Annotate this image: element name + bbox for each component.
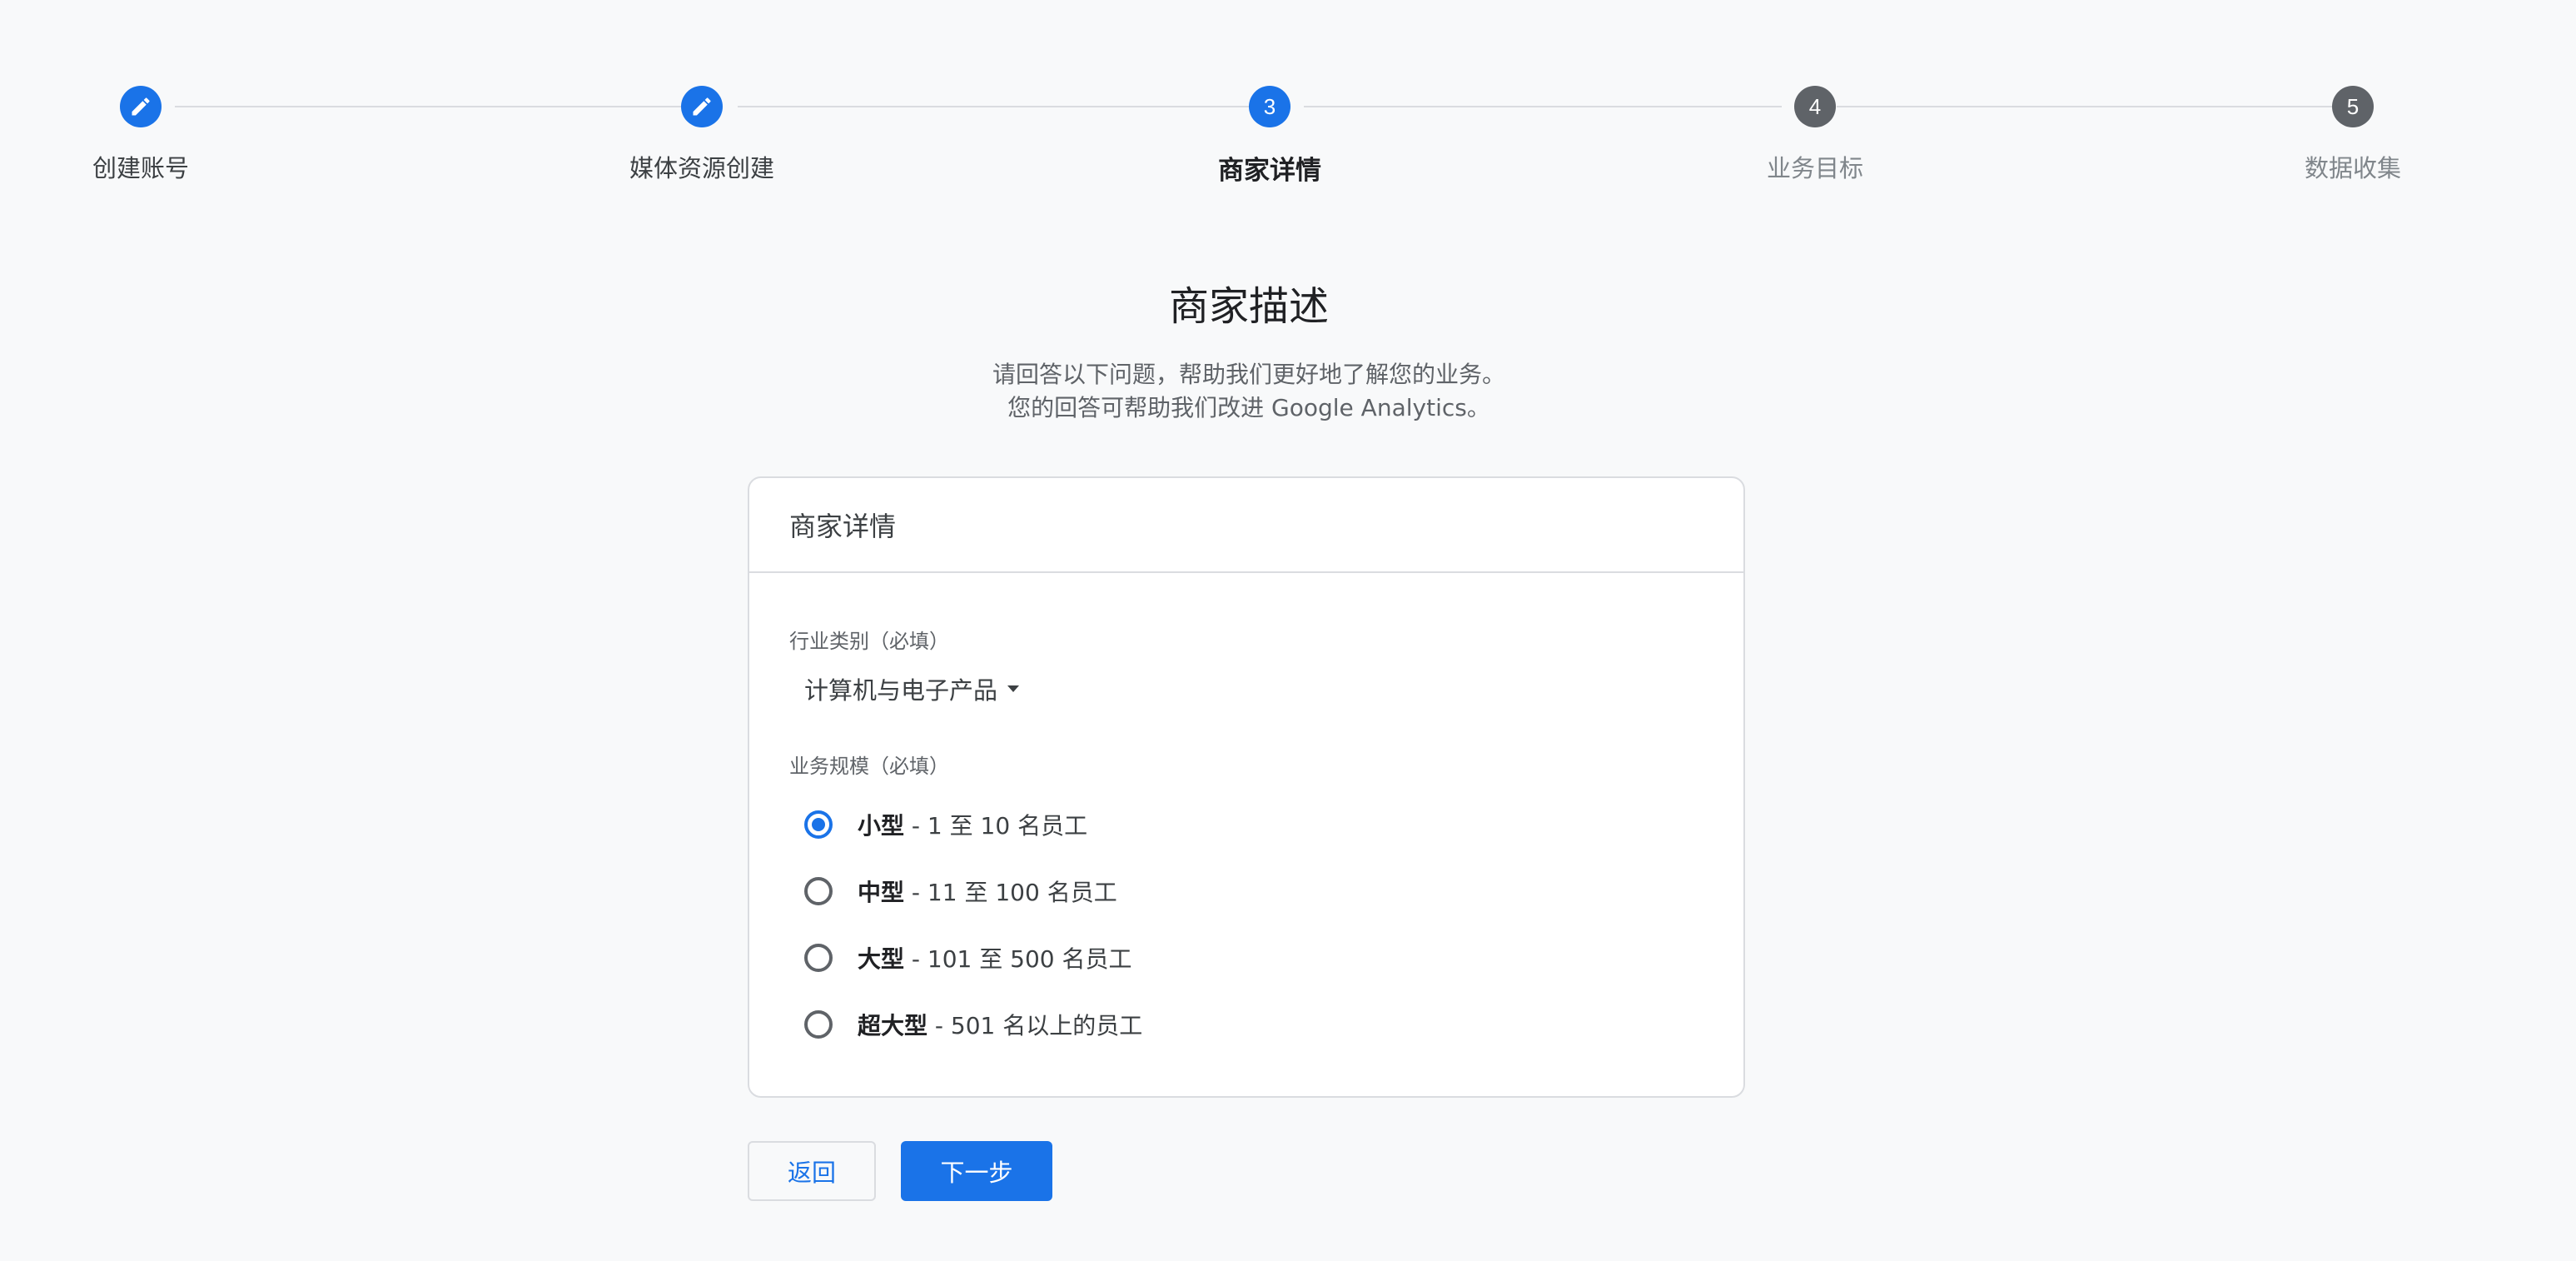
size-option-small[interactable]: 小型 - 1 至 10 名员工 (804, 808, 1087, 841)
size-option-label: 超大型 - 501 名以上的员工 (858, 1012, 1143, 1039)
step-done-marker (120, 86, 162, 127)
step-number: 4 (1794, 86, 1836, 127)
business-details-card: 商家详情 行业类别（必填） 计算机与电子产品 业务规模（必填） 小型 - 1 至… (748, 476, 1745, 1098)
step-done-marker (681, 86, 723, 127)
caret-down-icon (1007, 685, 1020, 692)
size-option-label: 小型 - 1 至 10 名员工 (858, 812, 1088, 840)
radio-button[interactable] (804, 944, 833, 972)
step-label: 商家详情 (1218, 156, 1321, 186)
business-size-label: 业务规模（必填） (789, 755, 949, 778)
page-subtitle-line1: 请回答以下问题，帮助我们更好地了解您的业务。 (992, 361, 1505, 388)
step-label: 业务目标 (1766, 154, 1863, 182)
pencil-icon (693, 97, 711, 116)
pencil-icon (132, 97, 150, 116)
size-option-extra-large[interactable]: 超大型 - 501 名以上的员工 (804, 1008, 1142, 1041)
step-business-details: 3 商家详情 (1103, 86, 1436, 187)
radio-button-checked[interactable] (804, 810, 833, 839)
step-create-account[interactable]: 创建账号 (0, 86, 307, 184)
back-button[interactable]: 返回 (748, 1141, 876, 1201)
step-data-collection: 5 数据收集 (2186, 86, 2519, 184)
next-button[interactable]: 下一步 (901, 1141, 1052, 1201)
card-title: 商家详情 (749, 478, 1743, 573)
step-property-creation[interactable]: 媒体资源创建 (535, 86, 868, 184)
step-label: 创建账号 (92, 154, 189, 182)
radio-button[interactable] (804, 1010, 833, 1039)
step-label: 数据收集 (2304, 154, 2401, 182)
industry-dropdown[interactable]: 计算机与电子产品 (804, 671, 1020, 706)
size-option-medium[interactable]: 中型 - 11 至 100 名员工 (804, 875, 1117, 908)
progress-stepper: 创建账号 媒体资源创建 3 商家详情 4 业务目标 5 数据收集 (0, 0, 2576, 200)
step-number: 3 (1249, 86, 1290, 127)
step-label: 媒体资源创建 (629, 154, 774, 182)
size-option-label: 大型 - 101 至 500 名员工 (858, 945, 1132, 973)
step-number: 5 (2332, 86, 2374, 127)
page-subtitle-line2: 您的回答可帮助我们改进 Google Analytics。 (1007, 394, 1490, 421)
radio-button[interactable] (804, 877, 833, 905)
industry-selected-value: 计算机与电子产品 (804, 676, 998, 705)
page-title: 商家描述 (1168, 283, 1329, 330)
step-business-objectives: 4 业务目标 (1649, 86, 1982, 184)
industry-label: 行业类别（必填） (789, 630, 949, 653)
size-option-large[interactable]: 大型 - 101 至 500 名员工 (804, 941, 1132, 974)
size-option-label: 中型 - 11 至 100 名员工 (858, 879, 1117, 906)
